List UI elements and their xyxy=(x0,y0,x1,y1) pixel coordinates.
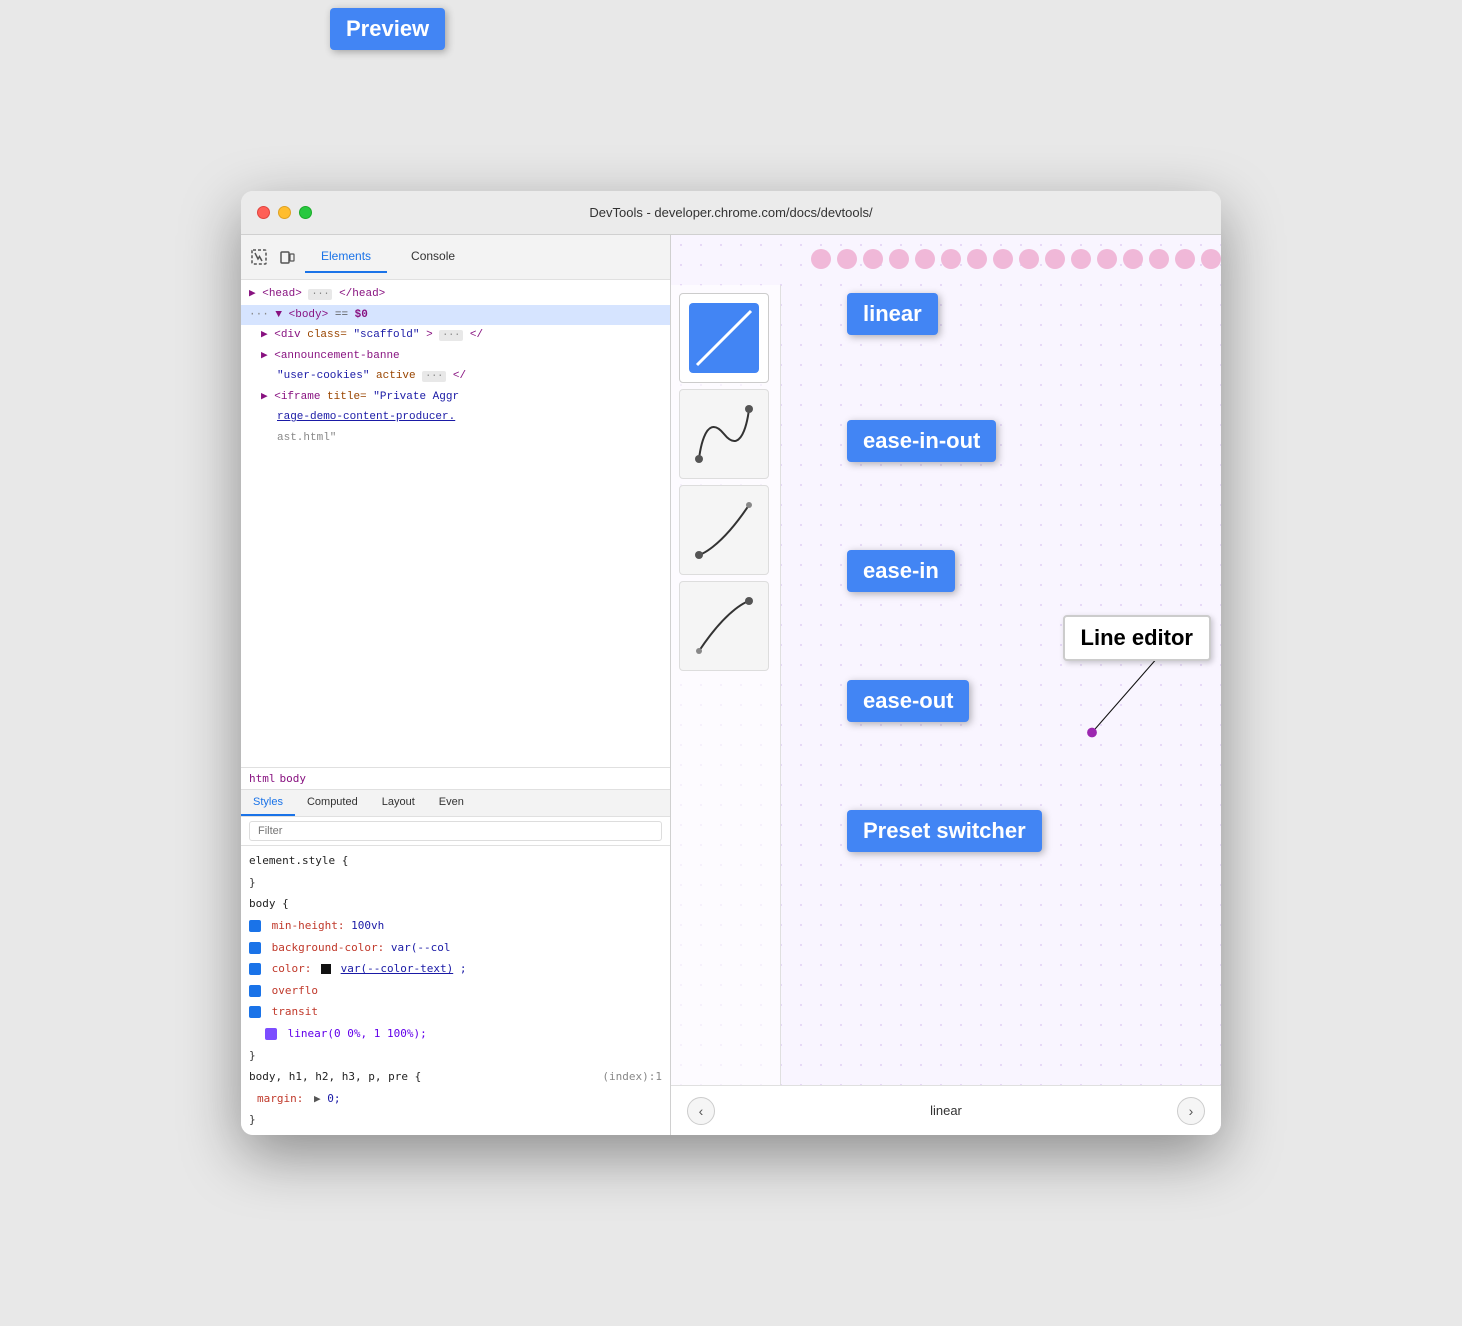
body-rule-selector: body { xyxy=(241,893,670,915)
css-linear: linear(0 0%, 1 100%); xyxy=(241,1023,670,1045)
pink-dot xyxy=(863,249,883,269)
devtools-content: Elements Console Preview ▶ <head> ··· </… xyxy=(241,235,1221,1135)
maximize-button[interactable] xyxy=(299,206,312,219)
dom-line-iframe: ▶ <iframe title= "Private Aggr xyxy=(241,387,670,408)
device-icon[interactable] xyxy=(277,247,297,267)
pink-dots-row xyxy=(811,247,1211,271)
css-overflow: overflo xyxy=(241,980,670,1002)
css-origin: (index):1 xyxy=(602,1068,662,1086)
preview-area: linear ease-in-out ease-in ease-out Pres… xyxy=(671,235,1221,1135)
top-toolbar: Elements Console Preview xyxy=(241,235,670,280)
left-panel: Elements Console Preview ▶ <head> ··· </… xyxy=(241,235,671,1135)
preview-bottom: ‹ linear › xyxy=(671,1085,1221,1135)
pink-dot xyxy=(811,249,831,269)
pink-dot xyxy=(941,249,961,269)
minimize-button[interactable] xyxy=(278,206,291,219)
checkbox-color[interactable] xyxy=(249,963,261,975)
css-min-height: min-height: 100vh xyxy=(241,915,670,937)
color-swatch xyxy=(321,964,331,974)
traffic-lights xyxy=(257,206,312,219)
css-bg-color: background-color: var(--col xyxy=(241,937,670,959)
pink-dot xyxy=(1019,249,1039,269)
pink-dot xyxy=(1097,249,1117,269)
checkbox-bg-color[interactable] xyxy=(249,942,261,954)
pink-dot xyxy=(1201,249,1221,269)
styles-panel: Styles Computed Layout Even element.styl… xyxy=(241,789,670,1135)
pink-dot xyxy=(889,249,909,269)
dom-line-user-cookies: "user-cookies" active ··· </ xyxy=(241,366,670,387)
tab-elements[interactable]: Elements xyxy=(305,241,387,273)
preset-ease-in-out[interactable] xyxy=(679,389,769,479)
right-panel: linear ease-in-out ease-in ease-out Pres… xyxy=(671,235,1221,1135)
css-color: color: var(--color-text) ; xyxy=(241,958,670,980)
devtools-window: DevTools - developer.chrome.com/docs/dev… xyxy=(241,191,1221,1135)
dom-line-head: ▶ <head> ··· </head> xyxy=(241,284,670,305)
checkbox-min-height[interactable] xyxy=(249,920,261,932)
dom-line-rage: rage-demo-content-producer. xyxy=(241,407,670,428)
current-preset-label: linear xyxy=(930,1103,962,1118)
css-margin: margin: ▶ 0; xyxy=(241,1088,670,1110)
dom-line-scaffold: ▶ <div class= "scaffold" > ··· </ xyxy=(241,325,670,346)
callout-ease-in-out: ease-in-out xyxy=(847,420,996,462)
titlebar: DevTools - developer.chrome.com/docs/dev… xyxy=(241,191,1221,235)
line-editor-svg xyxy=(1071,285,1211,1075)
close-button[interactable] xyxy=(257,206,270,219)
pink-dot xyxy=(1071,249,1091,269)
checkbox-overflow[interactable] xyxy=(249,985,261,997)
pink-dot xyxy=(1175,249,1195,269)
inspect-icon[interactable] xyxy=(249,247,269,267)
callout-ease-out: ease-out xyxy=(847,680,969,722)
tab-layout[interactable]: Layout xyxy=(370,790,427,816)
styles-filter xyxy=(241,817,670,846)
prev-preset-button[interactable]: ‹ xyxy=(687,1097,715,1125)
body-h-close: } xyxy=(241,1109,670,1131)
tab-console[interactable]: Console xyxy=(395,241,471,273)
easing-presets xyxy=(671,285,781,1085)
dom-line-announcement: ▶ <announcement-banne xyxy=(241,346,670,367)
breadcrumb-body[interactable]: body xyxy=(280,772,307,785)
pink-dot xyxy=(1149,249,1169,269)
pink-dot xyxy=(1123,249,1143,269)
breadcrumb-html[interactable]: html xyxy=(249,772,276,785)
css-rules: element.style { } body { min-height: 100… xyxy=(241,846,670,1135)
pink-dot xyxy=(1045,249,1065,269)
preset-ease-in[interactable] xyxy=(679,485,769,575)
pink-dot xyxy=(993,249,1013,269)
preset-linear[interactable] xyxy=(679,293,769,383)
pink-dot xyxy=(967,249,987,269)
dom-line-ast: ast.html" xyxy=(241,428,670,449)
pink-dot xyxy=(837,249,857,269)
dom-tree[interactable]: ▶ <head> ··· </head> ··· ▼ <body> == $0 … xyxy=(241,280,670,767)
callout-ease-in: ease-in xyxy=(847,550,955,592)
checkbox-linear[interactable] xyxy=(265,1028,277,1040)
css-transition: transit xyxy=(241,1001,670,1023)
window-title: DevTools - developer.chrome.com/docs/dev… xyxy=(589,205,872,220)
callout-linear: linear xyxy=(847,293,938,335)
styles-tabs: Styles Computed Layout Even xyxy=(241,790,670,817)
tab-computed[interactable]: Computed xyxy=(295,790,370,816)
checkbox-transition[interactable] xyxy=(249,1006,261,1018)
breadcrumb: html body xyxy=(241,767,670,789)
pink-dot xyxy=(915,249,935,269)
tab-styles[interactable]: Styles xyxy=(241,790,295,816)
callout-preset-switcher: Preset switcher xyxy=(847,810,1042,852)
body-rule-close: } xyxy=(241,1045,670,1067)
body-h-selector: body, h1, h2, h3, p, pre { (index):1 xyxy=(241,1066,670,1088)
preset-ease-out[interactable] xyxy=(679,581,769,671)
element-style-rule: element.style { xyxy=(241,850,670,872)
filter-input[interactable] xyxy=(249,821,662,841)
next-preset-button[interactable]: › xyxy=(1177,1097,1205,1125)
dom-line-body: ··· ▼ <body> == $0 xyxy=(241,305,670,326)
tab-event[interactable]: Even xyxy=(427,790,476,816)
element-style-close: } xyxy=(241,872,670,894)
callout-line-editor: Line editor xyxy=(1063,615,1211,661)
